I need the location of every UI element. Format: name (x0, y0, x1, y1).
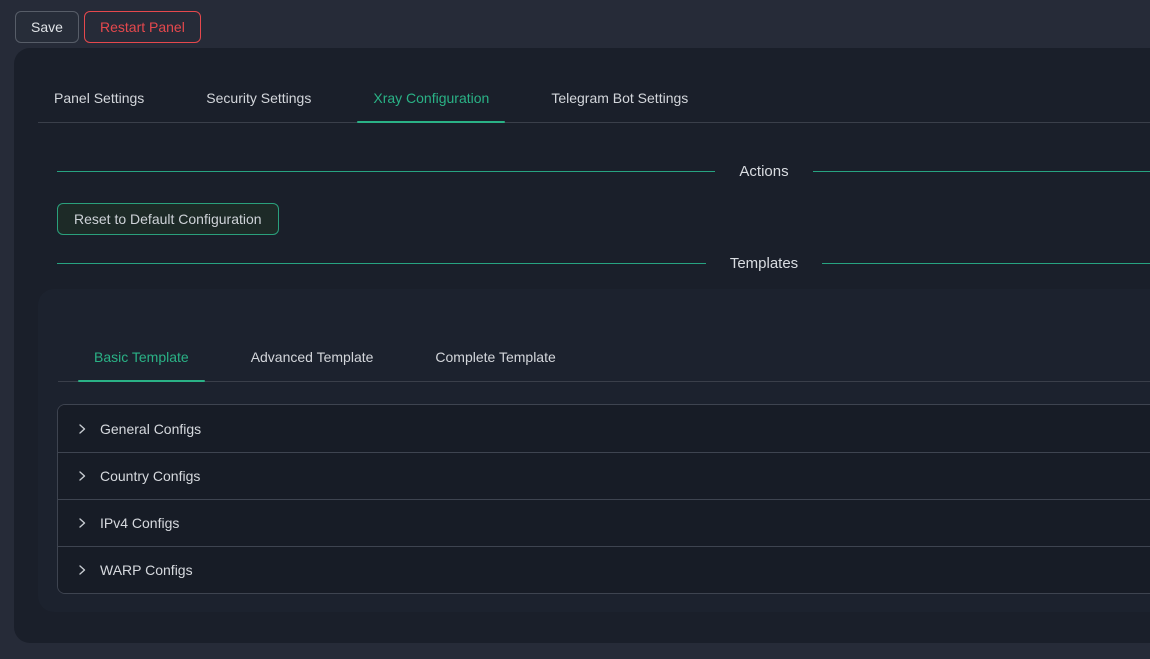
accordion-item-label: WARP Configs (100, 562, 193, 578)
topbar: Save Restart Panel (0, 0, 1150, 48)
accordion-item-ipv4-configs[interactable]: IPv4 Configs (58, 499, 1150, 546)
accordion-item-label: IPv4 Configs (100, 515, 179, 531)
save-button[interactable]: Save (15, 11, 79, 43)
tab-security-settings[interactable]: Security Settings (190, 88, 327, 122)
chevron-right-icon (76, 517, 88, 529)
chevron-right-icon (76, 564, 88, 576)
actions-divider: Actions (57, 163, 1150, 180)
settings-tab-bar: Panel Settings Security Settings Xray Co… (38, 88, 1150, 123)
tab-panel-settings[interactable]: Panel Settings (38, 88, 160, 122)
accordion-item-warp-configs[interactable]: WARP Configs (58, 546, 1150, 593)
accordion-item-label: Country Configs (100, 468, 200, 484)
tab-complete-template[interactable]: Complete Template (419, 347, 571, 381)
tab-basic-template[interactable]: Basic Template (78, 347, 205, 381)
templates-divider-label: Templates (706, 255, 822, 272)
restart-panel-button[interactable]: Restart Panel (84, 11, 201, 43)
reset-to-default-button[interactable]: Reset to Default Configuration (57, 203, 279, 235)
tab-xray-configuration[interactable]: Xray Configuration (357, 88, 505, 122)
template-tab-bar: Basic Template Advanced Template Complet… (58, 289, 1150, 382)
accordion-item-label: General Configs (100, 421, 201, 437)
actions-divider-label: Actions (715, 163, 812, 180)
chevron-right-icon (76, 423, 88, 435)
templates-divider: Templates (57, 255, 1150, 272)
tab-telegram-bot-settings[interactable]: Telegram Bot Settings (535, 88, 704, 122)
settings-card: Panel Settings Security Settings Xray Co… (14, 48, 1150, 643)
config-accordion: General Configs Country Configs IPv4 Con… (57, 404, 1150, 594)
chevron-right-icon (76, 470, 88, 482)
tab-advanced-template[interactable]: Advanced Template (235, 347, 390, 381)
accordion-item-country-configs[interactable]: Country Configs (58, 452, 1150, 499)
templates-card: Basic Template Advanced Template Complet… (38, 289, 1150, 612)
accordion-item-general-configs[interactable]: General Configs (58, 405, 1150, 452)
